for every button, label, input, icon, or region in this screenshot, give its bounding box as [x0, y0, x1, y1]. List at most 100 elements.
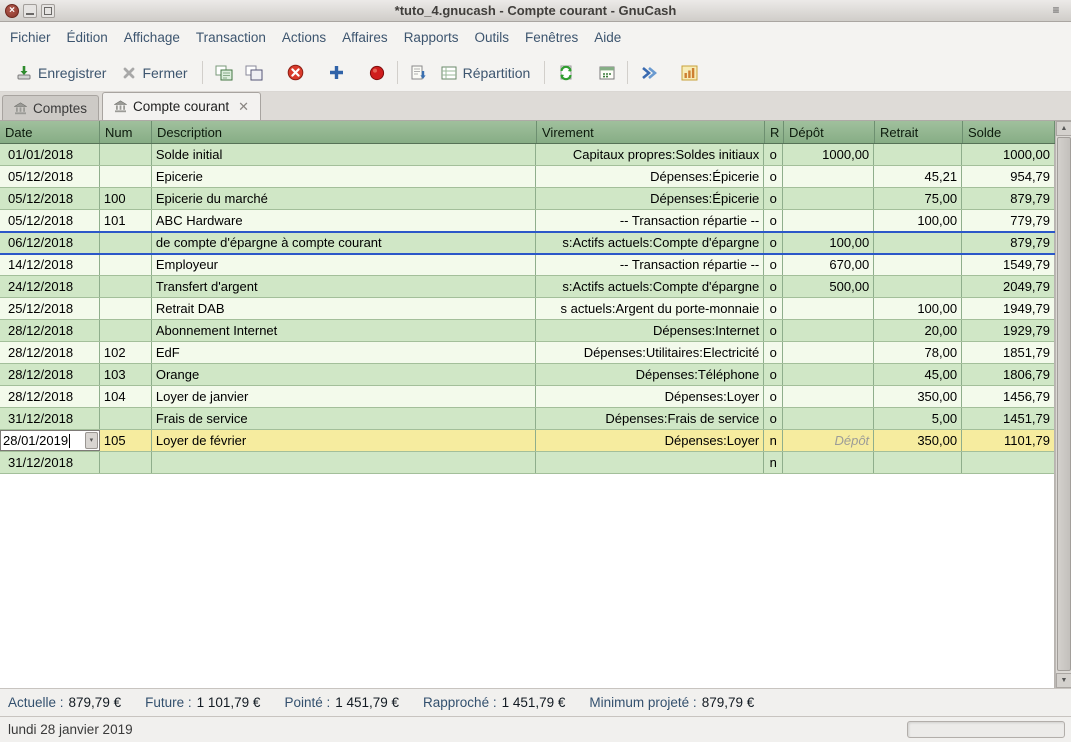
cell-retrait[interactable]: 350,00 [874, 430, 962, 451]
cell-retrait[interactable] [874, 452, 962, 473]
cell-virement[interactable]: Capitaux propres:Soldes initiaux [536, 144, 764, 165]
menu-rapports[interactable]: Rapports [396, 22, 467, 54]
scroll-up-button[interactable]: ▲ [1056, 121, 1071, 136]
cell-retrait[interactable] [874, 144, 962, 165]
cell-depot[interactable] [783, 210, 874, 231]
cell-virement[interactable]: Dépenses:Loyer [536, 386, 764, 407]
date-picker-button[interactable]: ▾ [85, 432, 98, 449]
cell-virement[interactable] [536, 452, 764, 473]
cell-depot[interactable] [783, 320, 874, 341]
cell-r[interactable]: o [764, 342, 783, 363]
cell-desc[interactable]: de compte d'épargne à compte courant [152, 232, 537, 253]
cell-num[interactable] [100, 320, 152, 341]
cell-depot[interactable] [783, 166, 874, 187]
register-row[interactable]: 28/12/2018103OrangeDépenses:Téléphoneo45… [0, 364, 1054, 386]
cell-num[interactable] [100, 254, 152, 275]
column-header-date[interactable]: Date [0, 121, 100, 143]
cell-desc[interactable] [152, 452, 537, 473]
cell-solde[interactable]: 779,79 [962, 210, 1054, 231]
cell-depot[interactable]: 100,00 [783, 232, 874, 253]
cell-virement[interactable]: Dépenses:Téléphone [536, 364, 764, 385]
cell-r[interactable]: o [764, 232, 783, 253]
cell-virement[interactable]: Dépenses:Internet [536, 320, 764, 341]
cell-depot[interactable] [783, 188, 874, 209]
split-button[interactable]: Répartition [433, 61, 539, 85]
cell-r[interactable]: o [764, 408, 783, 429]
copy-transaction-button[interactable] [239, 61, 269, 85]
register-row[interactable]: 05/12/2018100Epicerie du marchéDépenses:… [0, 188, 1054, 210]
column-header-description[interactable]: Description [152, 121, 537, 143]
cell-date[interactable]: 28/01/2019▾ [0, 430, 100, 451]
cell-num[interactable]: 101 [100, 210, 152, 231]
column-header-num[interactable]: Num [100, 121, 152, 143]
add-transaction-button[interactable] [322, 60, 351, 85]
cell-desc[interactable]: Retrait DAB [152, 298, 537, 319]
cell-num[interactable] [100, 166, 152, 187]
cell-r[interactable]: o [764, 298, 783, 319]
cell-desc[interactable]: Frais de service [152, 408, 537, 429]
cell-date[interactable]: 28/12/2018 [0, 364, 100, 385]
menu-edition[interactable]: Édition [59, 22, 116, 54]
cell-retrait[interactable]: 78,00 [874, 342, 962, 363]
delete-transaction-button[interactable] [281, 60, 310, 85]
cell-num[interactable]: 104 [100, 386, 152, 407]
menu-actions[interactable]: Actions [274, 22, 334, 54]
transfer-button[interactable] [551, 61, 581, 85]
cell-num[interactable]: 102 [100, 342, 152, 363]
cell-solde[interactable]: 954,79 [962, 166, 1054, 187]
cell-r[interactable]: o [764, 210, 783, 231]
cell-num[interactable] [100, 452, 152, 473]
cancel-transaction-button[interactable] [363, 61, 391, 85]
cell-r[interactable]: o [764, 320, 783, 341]
register-row-editing[interactable]: 28/01/2019▾105Loyer de févrierDépenses:L… [0, 430, 1054, 452]
cell-desc[interactable]: Employeur [152, 254, 537, 275]
tab-close-icon[interactable]: ✕ [238, 100, 249, 113]
cell-date[interactable]: 24/12/2018 [0, 276, 100, 297]
cell-solde[interactable]: 1949,79 [962, 298, 1054, 319]
cell-num[interactable]: 103 [100, 364, 152, 385]
vertical-scrollbar[interactable]: ▲ ▼ [1055, 121, 1071, 688]
column-header-depot[interactable]: Dépôt [784, 121, 875, 143]
column-header-retrait[interactable]: Retrait [875, 121, 963, 143]
cell-depot[interactable] [783, 386, 874, 407]
cell-date[interactable]: 06/12/2018 [0, 232, 100, 253]
menu-transaction[interactable]: Transaction [188, 22, 274, 54]
cell-virement[interactable]: Dépenses:Utilitaires:Electricité [536, 342, 764, 363]
cell-depot[interactable] [783, 452, 874, 473]
cell-solde[interactable]: 879,79 [962, 188, 1054, 209]
cell-desc[interactable]: Loyer de février [152, 430, 537, 451]
cell-desc[interactable]: Loyer de janvier [152, 386, 537, 407]
column-header-solde[interactable]: Solde [963, 121, 1055, 143]
cell-date[interactable]: 05/12/2018 [0, 166, 100, 187]
cell-depot[interactable] [783, 364, 874, 385]
register-row[interactable]: 25/12/2018Retrait DABs actuels:Argent du… [0, 298, 1054, 320]
cell-date[interactable]: 28/12/2018 [0, 342, 100, 363]
cell-virement[interactable]: Dépenses:Loyer [536, 430, 764, 451]
cell-retrait[interactable] [874, 232, 962, 253]
cell-solde[interactable]: 1451,79 [962, 408, 1054, 429]
cell-solde[interactable]: 1549,79 [962, 254, 1054, 275]
cell-virement[interactable]: Dépenses:Épicerie [536, 188, 764, 209]
cell-desc[interactable]: Epicerie du marché [152, 188, 537, 209]
scroll-thumb[interactable] [1057, 137, 1071, 671]
cell-retrait[interactable]: 20,00 [874, 320, 962, 341]
close-window-button[interactable]: × [5, 4, 19, 18]
cell-retrait[interactable]: 75,00 [874, 188, 962, 209]
cell-desc[interactable]: Epicerie [152, 166, 537, 187]
cell-retrait[interactable]: 100,00 [874, 210, 962, 231]
cell-r[interactable]: o [764, 166, 783, 187]
cell-depot[interactable] [783, 298, 874, 319]
cell-solde[interactable]: 1929,79 [962, 320, 1054, 341]
cell-depot[interactable]: 670,00 [783, 254, 874, 275]
cell-r[interactable]: o [764, 254, 783, 275]
cell-desc[interactable]: Transfert d'argent [152, 276, 537, 297]
cell-solde[interactable]: 1456,79 [962, 386, 1054, 407]
register-row[interactable]: 05/12/2018101ABC Hardware-- Transaction … [0, 210, 1054, 232]
scroll-down-button[interactable]: ▼ [1056, 673, 1071, 688]
register-row[interactable]: 05/12/2018EpicerieDépenses:Épicerieo45,2… [0, 166, 1054, 188]
menu-fichier[interactable]: Fichier [2, 22, 59, 54]
cell-virement[interactable]: s actuels:Argent du porte-monnaie [536, 298, 764, 319]
cell-retrait[interactable]: 45,00 [874, 364, 962, 385]
menu-affichage[interactable]: Affichage [116, 22, 188, 54]
cell-retrait[interactable]: 5,00 [874, 408, 962, 429]
